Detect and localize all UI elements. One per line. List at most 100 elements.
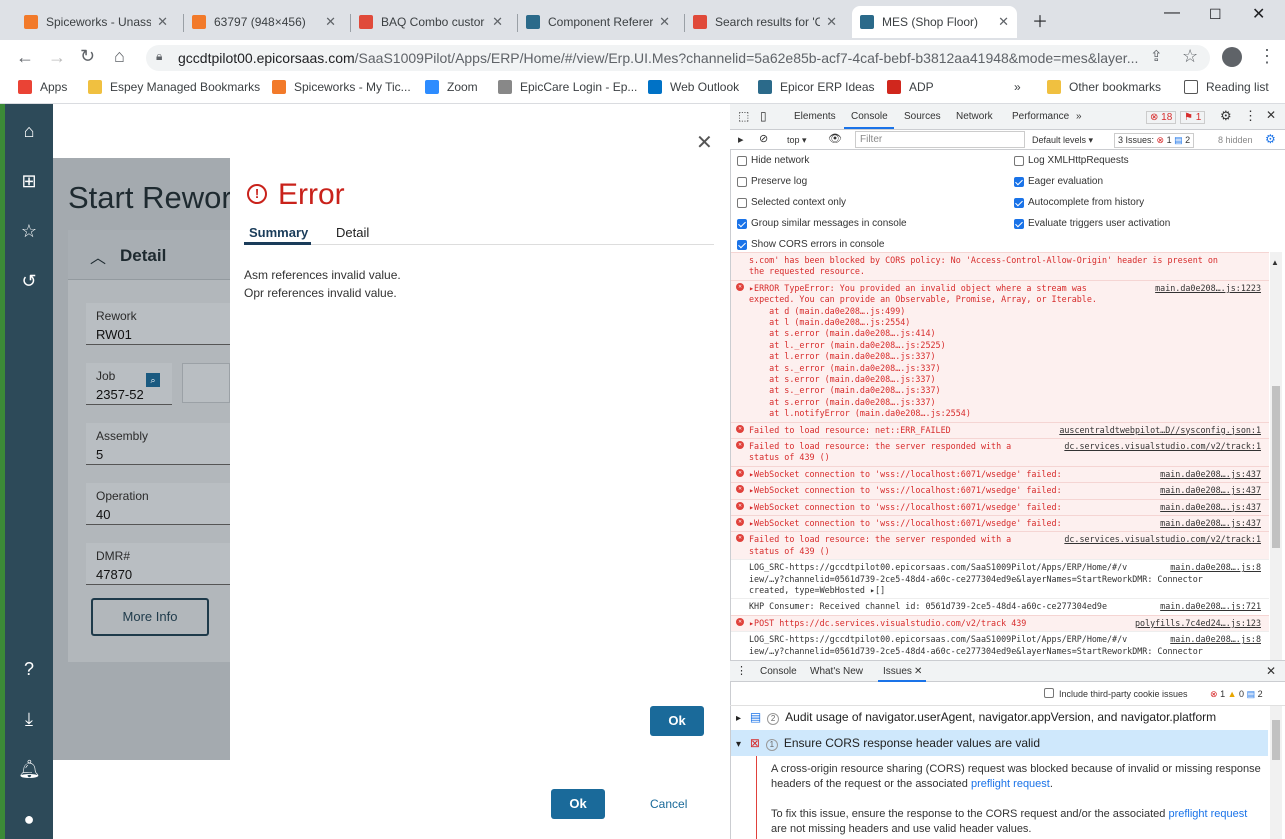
error-ok-button[interactable]: Ok — [650, 706, 704, 736]
chevron-down-icon[interactable]: ▾ — [736, 739, 744, 750]
tab-close-icon[interactable]: ✕ — [157, 14, 168, 30]
tab-close-icon[interactable]: ✕ — [998, 14, 1009, 30]
tab-summary[interactable]: Summary — [249, 225, 308, 240]
source-link[interactable]: main.da0e208….js:437 — [1160, 469, 1261, 480]
issue-row[interactable]: ▾ ⊠ 1 Ensure CORS response header values a… — [736, 736, 1040, 751]
browser-tab[interactable]: Spiceworks - Unassi ✕ — [16, 6, 176, 38]
context-select[interactable]: top ▾ — [787, 135, 807, 146]
console-message[interactable]: ✕ Failed to load resource: net::ERR_FAILE… — [731, 421, 1269, 438]
bookmark-item[interactable]: Espey Managed Bookmarks — [88, 80, 260, 94]
setting-checkbox[interactable] — [737, 198, 747, 208]
setting-checkbox[interactable] — [737, 240, 747, 250]
history-icon[interactable]: ↺ — [18, 270, 40, 292]
console-message[interactable]: ✕ ▸WebSocket connection to 'wss://localho… — [731, 465, 1269, 483]
issues-scrollbar-thumb[interactable] — [1272, 720, 1280, 760]
console-message[interactable]: LOG_SRC-https://gccdtpilot00.epicorsaas.… — [731, 631, 1269, 659]
bookmarks-chevron-icon[interactable]: » — [1014, 80, 1021, 94]
console-message[interactable]: ✕ ▸WebSocket connection to 'wss://localho… — [731, 482, 1269, 499]
source-link[interactable]: main.da0e208….js:721 — [1160, 601, 1261, 612]
source-link[interactable]: main.da0e208….js:8 — [1170, 634, 1261, 645]
sidebar-toggle-icon[interactable]: ▸ — [738, 133, 744, 146]
bookmark-item[interactable]: ADP — [887, 80, 934, 94]
tab-performance[interactable]: Performance — [1012, 111, 1069, 122]
drawer-menu-icon[interactable]: ⋮ — [736, 664, 747, 677]
tab-network[interactable]: Network — [956, 111, 993, 122]
devtools-menu-icon[interactable]: ⋮ — [1244, 108, 1257, 124]
bookmark-item[interactable]: EpicCare Login - Ep... — [498, 80, 637, 94]
devtools-close-icon[interactable]: ✕ — [1266, 108, 1276, 122]
address-bar[interactable]: gccdtpilot00.epicorsaas.com/SaaS1009Pilo… — [146, 45, 1210, 71]
source-link[interactable]: main.da0e208….js:1223 — [1155, 283, 1261, 294]
window-close-icon[interactable]: ✕ — [1252, 4, 1265, 24]
setting-checkbox[interactable] — [737, 177, 747, 187]
home-icon[interactable]: ⌂ — [18, 120, 40, 142]
drawer-close-icon[interactable]: ✕ — [1266, 664, 1276, 678]
setting-checkbox[interactable] — [1014, 156, 1024, 166]
bookmark-reading-list[interactable]: Reading list — [1184, 80, 1269, 94]
device-toolbar-icon[interactable]: ▯ — [760, 109, 767, 123]
maximize-icon[interactable]: ☐ — [1209, 6, 1222, 23]
source-link[interactable]: main.da0e208….js:437 — [1160, 502, 1261, 513]
tab-elements[interactable]: Elements — [794, 111, 836, 122]
bookmark-item[interactable]: Epicor ERP Ideas — [758, 80, 875, 94]
home-icon[interactable]: ⌂ — [114, 46, 125, 67]
drawer-tab-issues[interactable]: Issues — [883, 666, 912, 677]
source-link[interactable]: main.da0e208….js:8 — [1170, 562, 1261, 573]
third-party-checkbox[interactable] — [1044, 688, 1054, 698]
panel-close-icon[interactable]: ✕ — [696, 130, 713, 155]
lock-icon[interactable]: 🔒︎ — [156, 49, 162, 64]
tab-detail[interactable]: Detail — [336, 225, 369, 240]
more-info-button[interactable]: More Info — [91, 598, 209, 636]
issue-row[interactable]: ▸ ▤ 2 Audit usage of navigator.userAgent, … — [736, 710, 1216, 725]
source-link[interactable]: main.da0e208….js:437 — [1160, 485, 1261, 496]
setting-checkbox[interactable] — [1014, 219, 1024, 229]
setting-checkbox[interactable] — [1014, 177, 1024, 187]
settings-gear-icon[interactable]: ⚙ — [1220, 108, 1232, 124]
issues-tab-close-icon[interactable]: ✕ — [914, 666, 922, 677]
tab-close-icon[interactable]: ✕ — [325, 14, 336, 30]
log-levels-select[interactable]: Default levels ▾ — [1032, 135, 1093, 146]
bookmark-item[interactable]: Spiceworks - My Tic... — [272, 80, 411, 94]
clear-console-icon[interactable]: ⊘ — [759, 132, 768, 145]
setting-checkbox[interactable] — [737, 156, 747, 166]
user-icon[interactable]: ● — [18, 808, 40, 830]
dmr-field[interactable]: DMR# 47870 — [86, 543, 230, 585]
tab-close-icon[interactable]: ✕ — [659, 14, 670, 30]
apps-grid-icon[interactable]: ⊞ — [18, 170, 40, 192]
inspect-element-icon[interactable]: ⬚ — [738, 109, 749, 123]
notifications-bell-icon[interactable]: 🔔︎ — [18, 758, 41, 780]
live-expression-eye-icon[interactable]: 👁︎ — [828, 132, 842, 145]
mes-ok-button[interactable]: Ok — [551, 789, 605, 819]
error-count-badge[interactable]: ⊗ 18 — [1146, 111, 1177, 124]
drawer-tab-whats-new[interactable]: What's New — [810, 666, 863, 677]
console-scrollbar-thumb[interactable] — [1272, 386, 1280, 548]
job-lookup-button[interactable] — [182, 363, 230, 403]
assembly-field[interactable]: Assembly 5 — [86, 423, 230, 465]
console-settings-icon[interactable]: ⚙ — [1265, 132, 1276, 146]
chevron-up-icon[interactable]: ︿ — [90, 244, 106, 268]
console-message[interactable]: ✕ ▸WebSocket connection to 'wss://localho… — [731, 498, 1269, 515]
console-message[interactable]: s.com' has been blocked by CORS policy: … — [731, 252, 1269, 280]
source-link[interactable]: main.da0e208….js:437 — [1160, 518, 1261, 529]
help-icon[interactable]: ? — [18, 658, 40, 680]
minimize-icon[interactable]: — — [1164, 4, 1180, 22]
console-message[interactable]: ✕ ▸WebSocket connection to 'wss://localho… — [731, 515, 1269, 532]
detail-section-header[interactable]: ︿ Detail — [68, 230, 230, 280]
star-icon[interactable]: ☆ — [1182, 46, 1198, 67]
forward-icon[interactable]: → — [48, 47, 66, 68]
browser-tab[interactable]: Component Referer ✕ — [518, 6, 678, 38]
job-field[interactable]: Job 2357-52 ⌕ — [86, 363, 172, 405]
more-tabs-icon[interactable]: » — [1076, 111, 1082, 122]
browser-tab[interactable]: 63797 (948×456) ✕ — [184, 6, 344, 38]
scroll-up-icon[interactable]: ▲ — [1271, 258, 1279, 267]
operation-field[interactable]: Operation 40 — [86, 483, 230, 525]
bookmark-item[interactable]: Apps — [18, 80, 67, 94]
share-icon[interactable]: ⇪ — [1150, 47, 1163, 65]
tab-close-icon[interactable]: ✕ — [492, 14, 503, 30]
console-filter-input[interactable]: Filter — [855, 131, 1025, 148]
chevron-right-icon[interactable]: ▸ — [736, 713, 744, 724]
bookmark-item[interactable]: Zoom — [425, 80, 478, 94]
bookmark-other[interactable]: Other bookmarks — [1047, 80, 1161, 94]
preflight-link[interactable]: preflight request — [1168, 808, 1247, 820]
download-icon[interactable]: ⤓ — [18, 708, 40, 730]
